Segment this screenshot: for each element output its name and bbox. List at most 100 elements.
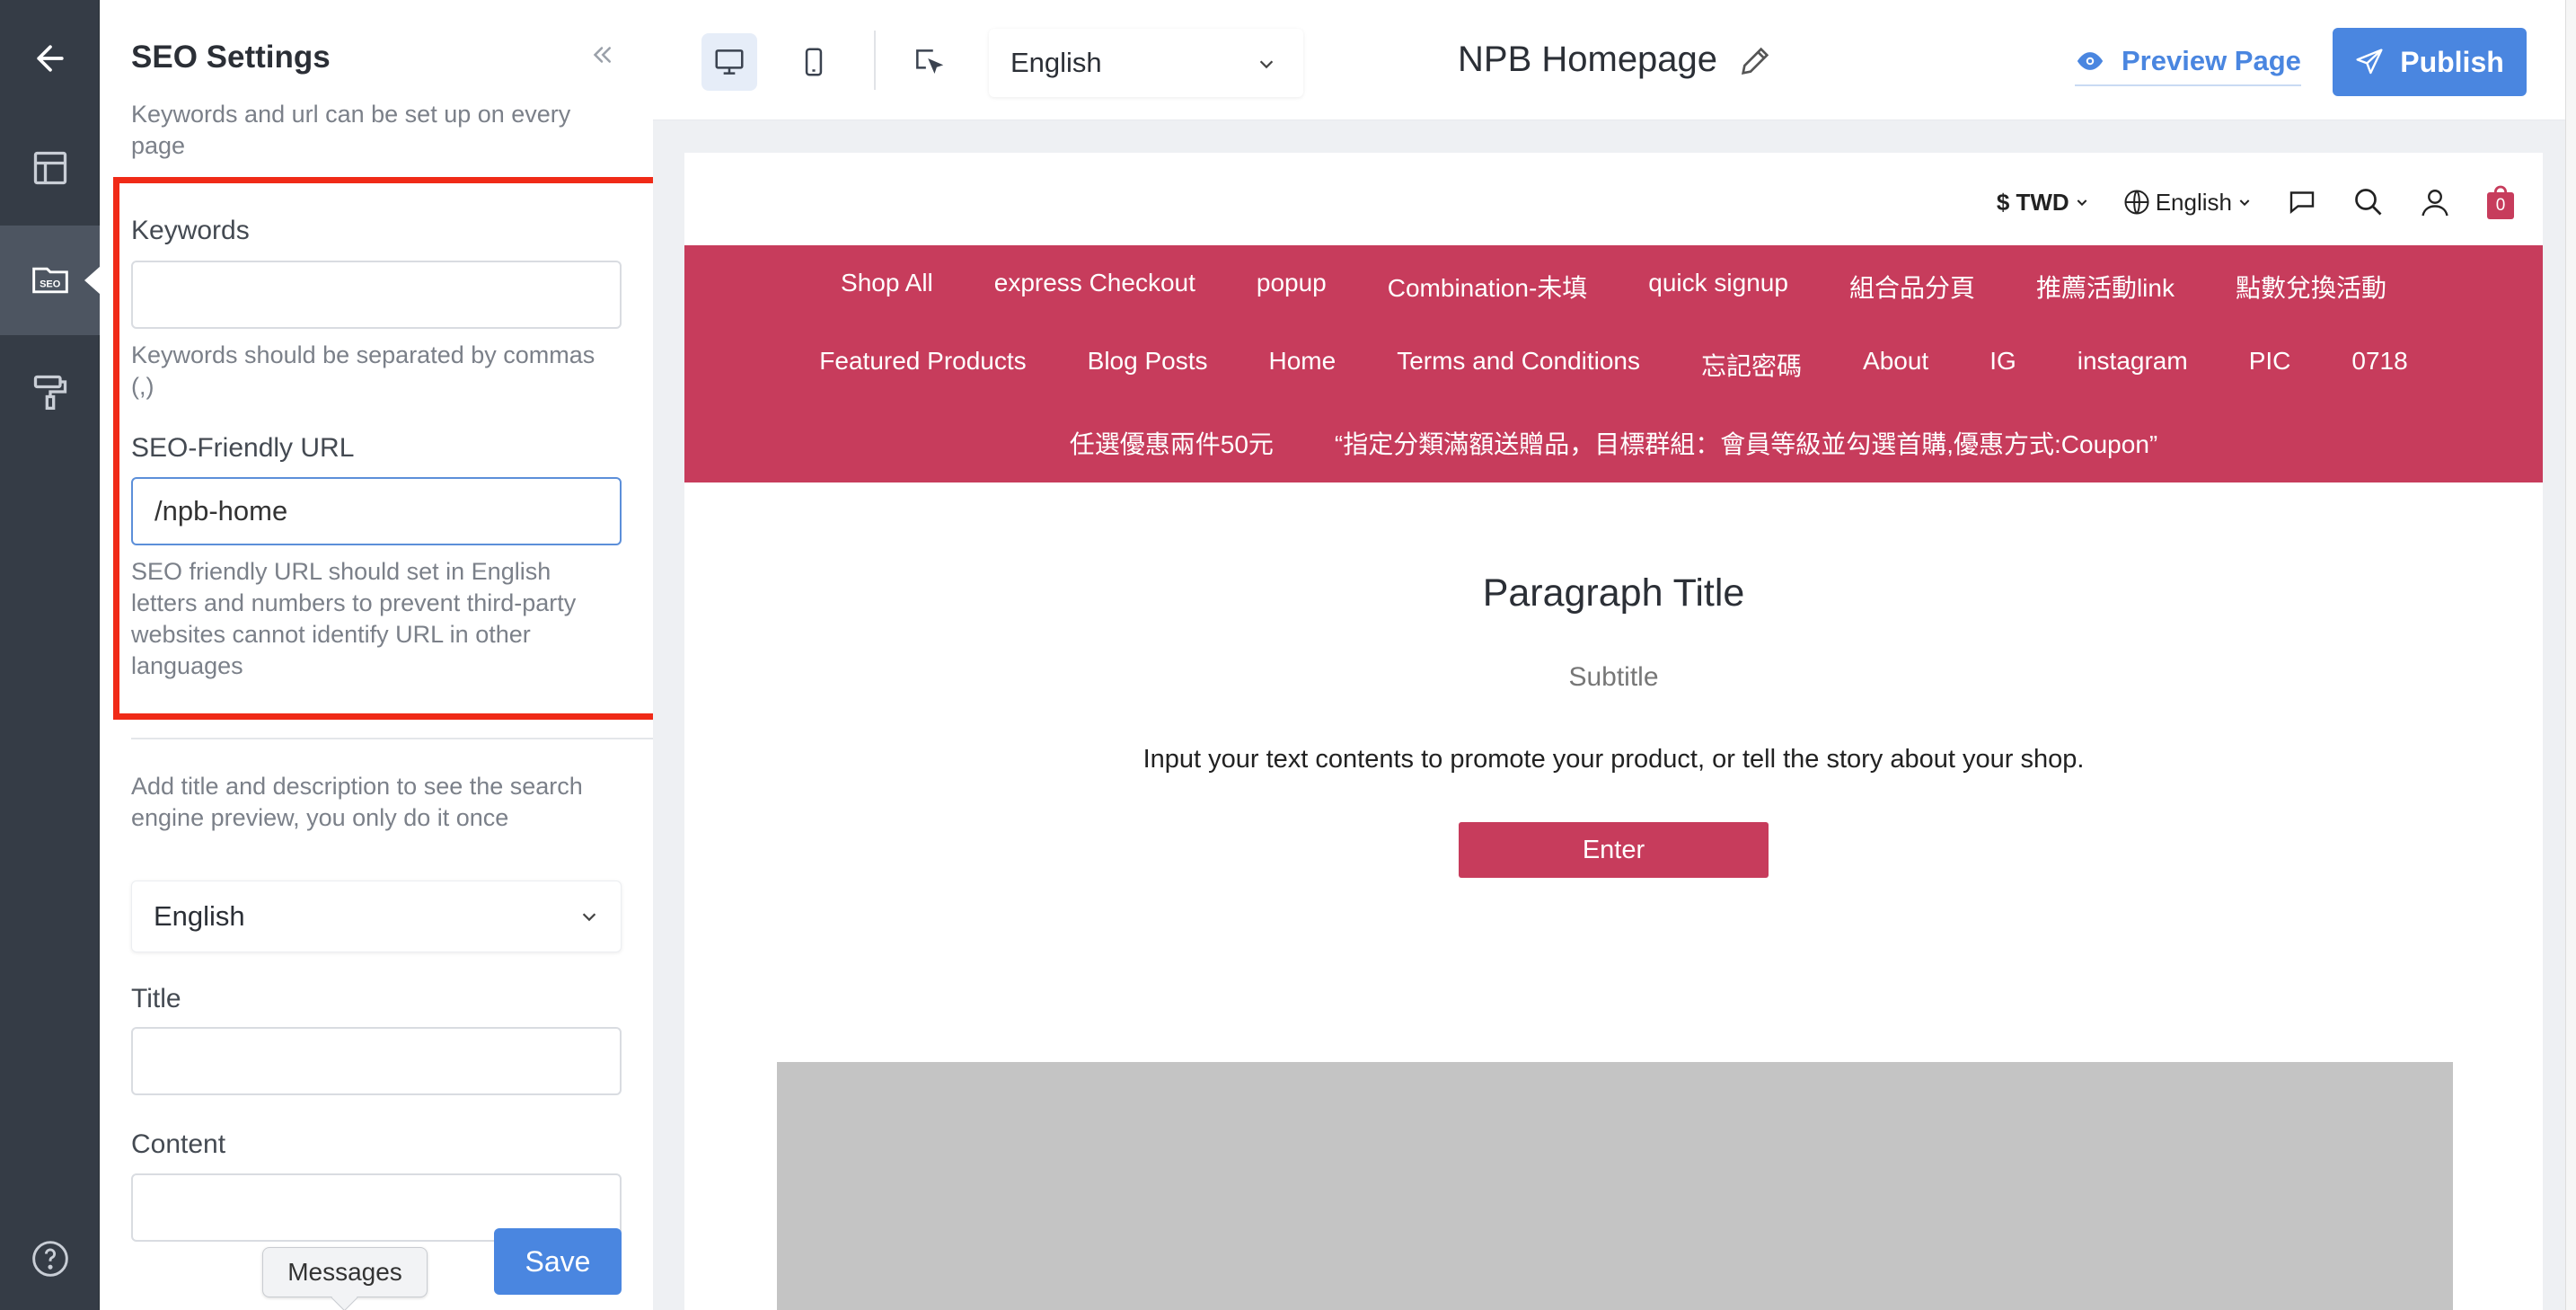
save-button[interactable]: Save: [494, 1228, 622, 1295]
nav-link[interactable]: “指定分類滿額送贈品，目標群組：會員等級並勾選首購,優惠方式:Coupon”: [1335, 425, 2157, 461]
nav-link[interactable]: 任選優惠兩件50元: [1070, 425, 1274, 461]
nav-link[interactable]: express Checkout: [994, 269, 1195, 305]
currency-selector[interactable]: $ TWD: [1997, 189, 2089, 217]
left-rail: SEO: [0, 0, 101, 1310]
paint-roller-icon: [33, 375, 66, 410]
window-scrollbar[interactable]: [2565, 0, 2576, 1310]
cart-button[interactable]: 0: [2485, 185, 2516, 219]
nav-link[interactable]: quick signup: [1648, 269, 1788, 305]
layout-icon: [33, 151, 66, 185]
nav-link[interactable]: PIC: [2249, 347, 2291, 383]
keywords-label: Keywords: [131, 216, 250, 245]
search-button[interactable]: [2352, 186, 2385, 218]
help-circle-icon: [31, 1241, 68, 1277]
nav-link[interactable]: instagram: [2078, 347, 2188, 383]
nav-link[interactable]: IG: [1989, 347, 2016, 383]
seo-url-input[interactable]: [131, 477, 622, 545]
user-icon: [2422, 190, 2448, 217]
keywords-help: Keywords should be separated by commas (…: [131, 341, 595, 400]
editor-language-value: English: [1010, 47, 1102, 78]
cursor-select-icon: [916, 49, 944, 75]
eye-icon: [2077, 52, 2104, 70]
chevron-down-icon: [2077, 199, 2087, 207]
svg-text:SEO: SEO: [40, 279, 61, 289]
nav-link[interactable]: 忘記密碼: [1701, 347, 1802, 383]
preview-page-link[interactable]: Preview Page: [2075, 41, 2301, 86]
nav-row-1: Shop All express Checkout popup Combinat…: [684, 269, 2543, 305]
paragraph-title: Paragraph Title: [1482, 571, 1745, 615]
chevron-down-icon: [582, 913, 596, 922]
panel-description: Keywords and url can be set up on every …: [131, 101, 571, 159]
editor-language-select[interactable]: English: [989, 29, 1303, 97]
desktop-view-button[interactable]: [701, 33, 757, 91]
layout-button[interactable]: [0, 113, 100, 223]
nav-link[interactable]: popup: [1257, 269, 1327, 305]
paragraph-subtitle: Subtitle: [1568, 662, 1659, 692]
editor-toolbar: English NPB Homepage Preview Page Publis…: [653, 0, 2576, 120]
seo-url-label: SEO-Friendly URL: [131, 433, 355, 463]
nav-row-3: 任選優惠兩件50元 “指定分類滿額送贈品，目標群組：會員等級並勾選首購,優惠方式…: [684, 425, 2543, 461]
page-preview: $ TWD English 0 Shop All express Checkou…: [684, 153, 2543, 1310]
keywords-input[interactable]: [131, 261, 622, 329]
nav-link[interactable]: Home: [1269, 347, 1337, 383]
select-element-button[interactable]: [901, 33, 957, 91]
desktop-icon: [715, 49, 744, 75]
chevron-down-icon: [1259, 60, 1274, 69]
nav-link[interactable]: 推薦活動link: [2036, 269, 2175, 305]
seo-title-input[interactable]: [131, 1027, 622, 1095]
publish-button[interactable]: Publish: [2333, 28, 2527, 96]
mobile-icon: [805, 48, 823, 76]
seo-icon: SEO: [31, 267, 68, 294]
chat-bubble-icon: [2289, 191, 2315, 214]
nav-link[interactable]: Shop All: [841, 269, 933, 305]
back-button[interactable]: [0, 4, 100, 113]
nav-link[interactable]: Combination-未填: [1388, 269, 1588, 305]
content-label: Content: [131, 1129, 226, 1159]
search-icon: [2355, 189, 2382, 216]
storefront-util-bar: $ TWD English 0: [1963, 180, 2516, 225]
mobile-view-button[interactable]: [786, 33, 842, 91]
storefront-nav: Shop All express Checkout popup Combinat…: [684, 245, 2543, 482]
design-button[interactable]: [0, 337, 100, 447]
currency-value: $ TWD: [1996, 188, 2069, 216]
nav-link[interactable]: About: [1863, 347, 1928, 383]
send-icon: [2356, 49, 2383, 75]
storefront-language-selector[interactable]: English: [2123, 189, 2252, 217]
seo-language-select[interactable]: English: [131, 881, 622, 952]
seo-settings-panel: SEO Settings Keywords and url can be set…: [100, 0, 653, 1310]
pencil-icon[interactable]: [1737, 43, 1773, 79]
account-button[interactable]: [2419, 186, 2451, 218]
nav-link[interactable]: Featured Products: [819, 347, 1026, 383]
section-divider: [131, 738, 653, 739]
nav-link[interactable]: 組合品分頁: [1849, 269, 1975, 305]
preview-page-label: Preview Page: [2122, 45, 2301, 76]
messages-tooltip: Messages: [262, 1247, 428, 1297]
arrow-left-icon: [36, 45, 64, 72]
image-placeholder: [777, 1062, 2453, 1310]
panel-title: SEO Settings: [131, 40, 331, 75]
enter-button[interactable]: Enter: [1459, 822, 1769, 878]
toolbar-separator: [874, 31, 876, 90]
nav-link[interactable]: 點數兌換活動: [2236, 269, 2386, 305]
seo-button[interactable]: SEO: [0, 226, 101, 335]
cart-count: 0: [2487, 192, 2514, 219]
globe-icon: [2124, 190, 2149, 215]
collapse-panel-icon[interactable]: [588, 41, 615, 68]
editor-canvas: $ TWD English 0 Shop All express Checkou…: [653, 120, 2576, 1310]
help-button[interactable]: [0, 1204, 100, 1310]
publish-label: Publish: [2400, 45, 2504, 78]
nav-link[interactable]: Blog Posts: [1088, 347, 1208, 383]
chevron-down-icon: [2239, 199, 2250, 207]
nav-link[interactable]: 0718: [2351, 347, 2407, 383]
page-title: NPB Homepage: [1458, 40, 1718, 79]
title-label: Title: [131, 984, 181, 1013]
cart-icon: 0: [2485, 185, 2516, 219]
nav-link[interactable]: Terms and Conditions: [1397, 347, 1640, 383]
search-preview-hint: Add title and description to see the sea…: [131, 773, 583, 831]
chat-button[interactable]: [2286, 186, 2318, 218]
seo-url-help: SEO friendly URL should set in English l…: [131, 558, 577, 679]
paragraph-body: Input your text contents to promote your…: [1142, 745, 2085, 774]
nav-row-2: Featured Products Blog Posts Home Terms …: [684, 347, 2543, 383]
seo-language-value: English: [154, 900, 245, 932]
storefront-language-value: English: [2155, 188, 2232, 216]
